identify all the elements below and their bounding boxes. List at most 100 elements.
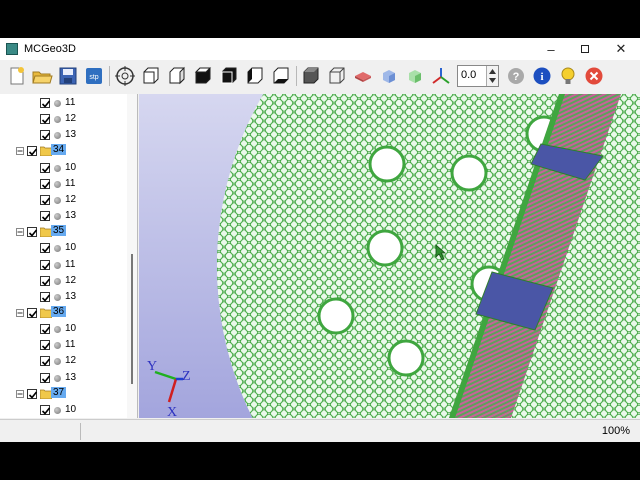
tree-group-row[interactable]: 37 [0, 386, 128, 402]
item-checkbox[interactable] [40, 275, 51, 286]
exit-button[interactable] [583, 65, 605, 87]
info-button[interactable]: i [531, 65, 553, 87]
item-checkbox[interactable] [40, 211, 51, 222]
spin-arrows[interactable] [486, 66, 498, 86]
title-bar[interactable]: MCGeo3D – ✕ [0, 38, 640, 60]
tree-scrollbar[interactable] [127, 94, 137, 418]
view-back-button[interactable] [166, 65, 188, 87]
collapse-icon[interactable] [16, 389, 24, 398]
tree-item-row[interactable]: 11 [0, 95, 128, 111]
svg-text:i: i [540, 71, 543, 83]
group-checkbox[interactable] [27, 307, 38, 318]
new-button[interactable] [6, 65, 28, 87]
3d-viewport[interactable]: Y Z X [139, 94, 640, 418]
axes-button[interactable] [430, 65, 452, 87]
close-red-icon [585, 67, 603, 85]
sphere-icon [54, 406, 61, 414]
tree-item-row[interactable]: 11 [0, 337, 128, 353]
sphere-icon [54, 116, 61, 124]
minimize-button[interactable]: – [534, 38, 568, 60]
red-shape-button[interactable] [352, 65, 374, 87]
model-tree[interactable]: 11 12 13 34 10 11 12 13 35 10 11 12 13 36 10 11 12 13 37 10 [0, 94, 138, 418]
item-checkbox[interactable] [40, 194, 51, 205]
app-icon [6, 43, 18, 55]
item-checkbox[interactable] [40, 340, 51, 351]
wireframe-mode-button[interactable] [326, 65, 348, 87]
tree-item-row[interactable]: 13 [0, 208, 128, 224]
open-folder-icon [32, 71, 53, 84]
tree-group-row[interactable]: 34 [0, 143, 128, 159]
tree-group-label: 36 [51, 305, 67, 317]
tree-item-row[interactable]: 13 [0, 127, 128, 143]
close-window-button[interactable]: ✕ [604, 38, 638, 60]
item-checkbox[interactable] [40, 162, 51, 173]
sphere-icon [54, 293, 61, 301]
item-checkbox[interactable] [40, 372, 51, 383]
sphere-icon [54, 180, 61, 188]
item-checkbox[interactable] [40, 98, 51, 108]
tree-item-row[interactable]: 11 [0, 257, 128, 273]
item-checkbox[interactable] [40, 356, 51, 367]
collapse-icon[interactable] [16, 308, 24, 317]
group-checkbox[interactable] [27, 227, 38, 238]
3d-scene[interactable]: Y Z X [139, 94, 640, 418]
blue-shape-button[interactable] [378, 65, 400, 87]
item-checkbox[interactable] [40, 243, 51, 254]
item-checkbox[interactable] [40, 404, 51, 415]
spin-up-down-icon [489, 69, 496, 83]
tree-item-label: 11 [65, 97, 76, 108]
tree-item-label: 13 [65, 129, 77, 141]
tree-scrollbar-thumb[interactable] [131, 254, 133, 384]
item-checkbox[interactable] [40, 324, 51, 335]
status-separator [80, 423, 81, 440]
tree-group-row[interactable]: 35 [0, 224, 128, 240]
tree-item-row[interactable]: 12 [0, 111, 128, 127]
shaded-mode-button[interactable] [300, 65, 322, 87]
tree-item-row[interactable]: 12 [0, 273, 128, 289]
tree-group-row[interactable]: 36 [0, 305, 128, 321]
tree-item-label: 13 [65, 371, 77, 383]
red-shape-icon [355, 72, 371, 82]
info-icon: i [533, 67, 551, 85]
item-checkbox[interactable] [40, 130, 51, 141]
tree-item-row[interactable]: 10 [0, 160, 128, 176]
item-checkbox[interactable] [40, 114, 51, 125]
toolbar-separator [109, 66, 110, 86]
item-checkbox[interactable] [40, 259, 51, 270]
zoom-spinbox[interactable]: 0.0 [457, 65, 499, 87]
green-shape-button[interactable] [404, 65, 426, 87]
sphere-icon [54, 374, 61, 382]
tree-item-row[interactable]: 12 [0, 353, 128, 369]
tree-item-row[interactable]: 10 [0, 321, 128, 337]
tree-item-row[interactable]: 11 [0, 176, 128, 192]
app-window: MCGeo3D – ✕ stp 0.0 ? i 11 12 13 34 10 1… [0, 38, 640, 442]
maximize-button[interactable] [568, 38, 602, 60]
tree-item-row[interactable]: 10 [0, 402, 128, 418]
item-checkbox[interactable] [40, 291, 51, 302]
group-checkbox[interactable] [27, 146, 38, 157]
sphere-icon [54, 277, 61, 285]
view-top-button[interactable] [192, 65, 214, 87]
view-right-button[interactable] [270, 65, 292, 87]
sphere-icon [54, 245, 61, 253]
tree-item-row[interactable]: 12 [0, 192, 128, 208]
lightbulb-button[interactable] [557, 65, 579, 87]
save-button[interactable] [57, 65, 79, 87]
view-left-button[interactable] [244, 65, 266, 87]
view-bottom-button[interactable] [218, 65, 240, 87]
open-button[interactable] [31, 65, 53, 87]
group-checkbox[interactable] [27, 388, 38, 399]
tree-item-label: 12 [65, 274, 77, 286]
tree-item-label: 10 [65, 161, 77, 173]
item-checkbox[interactable] [40, 178, 51, 189]
help-button[interactable]: ? [505, 65, 527, 87]
collapse-icon[interactable] [16, 228, 24, 237]
fit-view-button[interactable] [114, 65, 136, 87]
view-front-button[interactable] [140, 65, 162, 87]
collapse-icon[interactable] [16, 147, 24, 156]
tree-item-row[interactable]: 10 [0, 240, 128, 256]
tree-item-row[interactable]: 13 [0, 370, 128, 386]
step-export-button[interactable]: stp [83, 65, 105, 87]
tree-item-row[interactable]: 13 [0, 289, 128, 305]
status-bar: 100% [0, 419, 640, 442]
